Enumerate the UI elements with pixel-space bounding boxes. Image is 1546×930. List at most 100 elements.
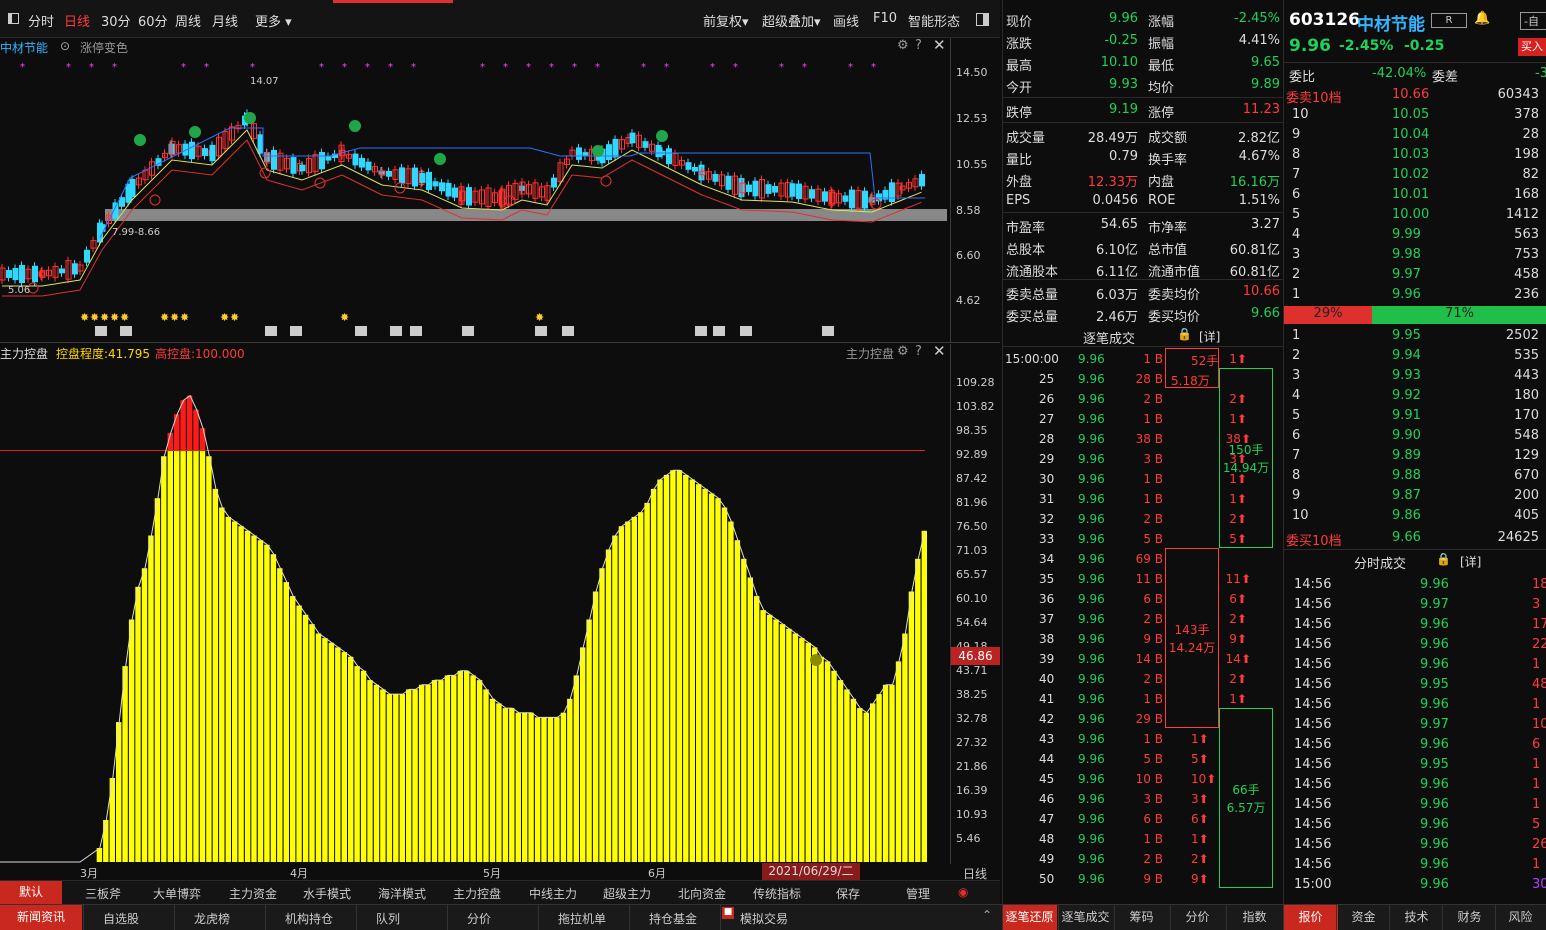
bid-price: 9.89 — [1392, 448, 1421, 463]
panel-tab[interactable]: 财务 — [1442, 905, 1497, 930]
panel-tab[interactable]: 技术 — [1389, 905, 1444, 930]
panel-tab[interactable]: 报价 — [1283, 905, 1338, 930]
control-bar — [341, 652, 347, 862]
divider — [265, 905, 266, 930]
control-bar — [122, 666, 128, 862]
indicator-tab[interactable]: 传统指标 — [753, 885, 801, 902]
lock-icon[interactable]: 🔒 — [1436, 552, 1451, 566]
control-bar — [715, 498, 721, 862]
bottom-nav-item[interactable]: 拖拉机单 — [558, 910, 606, 927]
bid-row[interactable]: 2 9.94 535 — [1284, 346, 1546, 366]
indicator-tab[interactable]: 水手模式 — [303, 885, 351, 902]
bid-row[interactable]: 10 9.86 405 — [1284, 506, 1546, 526]
indicator-tab[interactable]: 主力资金 — [229, 885, 277, 902]
tabs-scroll-icon[interactable]: ◉ — [958, 885, 968, 899]
ask-row[interactable]: 9 10.04 28 — [1284, 125, 1546, 145]
lock-icon[interactable]: 🔒 — [1177, 327, 1192, 341]
indicator-tab[interactable]: 保存 — [836, 885, 860, 902]
bid-price: 9.90 — [1392, 428, 1421, 443]
tab-intraday[interactable]: 分时 — [28, 11, 54, 30]
bottom-nav-item[interactable]: 新闻资讯 — [0, 905, 82, 930]
ask-row[interactable]: 8 10.03 198 — [1284, 145, 1546, 165]
bid-row[interactable]: 4 9.92 180 — [1284, 386, 1546, 406]
ticks-title: 逐笔成交 — [1083, 332, 1136, 347]
bid-row[interactable]: 3 9.93 443 — [1284, 366, 1546, 386]
indicator-tab[interactable]: 管理 — [906, 885, 930, 902]
divider — [1058, 905, 1059, 930]
panel-tab[interactable]: 资金 — [1336, 905, 1391, 930]
bottom-nav-item[interactable]: 分价 — [467, 910, 491, 927]
bid-row[interactable]: 8 9.88 670 — [1284, 466, 1546, 486]
bid-row[interactable]: 6 9.90 548 — [1284, 426, 1546, 446]
indicator-tab[interactable]: 默认 — [0, 881, 62, 904]
bottom-nav-item[interactable]: 机构持仓 — [285, 910, 333, 927]
indicator-tab[interactable]: 超级主力 — [603, 885, 651, 902]
sell-signal-icon — [434, 153, 446, 165]
ask-row[interactable]: 6 10.01 168 — [1284, 185, 1546, 205]
bid-row[interactable]: 9 9.87 200 — [1284, 486, 1546, 506]
tab-weekly[interactable]: 周线 — [175, 11, 201, 30]
bid-row[interactable]: 1 9.95 2502 — [1284, 326, 1546, 346]
candle-body — [84, 249, 90, 263]
collapse-icon[interactable]: ⌃ — [982, 908, 992, 922]
panel-tab[interactable]: 指数 — [1226, 905, 1283, 930]
panel-tab[interactable]: 分价 — [1170, 905, 1225, 930]
bottom-nav-item[interactable]: 自选股 — [103, 910, 139, 927]
event-icon — [713, 326, 725, 336]
divider — [1003, 122, 1283, 123]
sidebar-toggle-icon[interactable] — [976, 13, 989, 26]
indicator-tab[interactable]: 中线主力 — [529, 885, 577, 902]
minute-time: 14:56 — [1294, 657, 1332, 672]
candle-body — [359, 157, 365, 168]
indicator-tab[interactable]: 三板斧 — [85, 885, 121, 902]
indicator-tab[interactable]: 大单博弈 — [153, 885, 201, 902]
tick-row: 39 9.96 14 B 14⬆ — [1003, 649, 1283, 669]
ask-row[interactable]: 2 9.97 458 — [1284, 265, 1546, 285]
ask-row[interactable]: 5 10.00 1412 — [1284, 205, 1546, 225]
bid-level: 5 — [1292, 408, 1301, 423]
bid-level: 7 — [1292, 448, 1301, 463]
candle-body — [582, 152, 589, 157]
control-bar — [915, 558, 921, 862]
tick-price: 9.96 — [1078, 852, 1105, 866]
pattern-button[interactable]: 智能形态 — [908, 11, 960, 30]
kline-panel[interactable]: 中材节能 ⊙ 涨停变色 ⚙ ? ✕ * * * * * * * * * * * * * * * * * * * * * *… — [0, 36, 1000, 343]
panel-tab[interactable]: 风险 — [1495, 905, 1546, 930]
overlay-dropdown[interactable]: 超级叠加▾ — [762, 11, 821, 30]
tab-monthly[interactable]: 月线 — [212, 11, 238, 30]
bottom-nav-item[interactable]: 龙虎榜 — [194, 910, 230, 927]
tab-daily[interactable]: 日线 — [64, 11, 90, 30]
adjust-dropdown[interactable]: 前复权▾ — [703, 11, 749, 30]
tick-volume: 2 B — [1143, 612, 1163, 626]
ask-row[interactable]: 3 9.98 753 — [1284, 245, 1546, 265]
draw-button[interactable]: 画线 — [833, 11, 859, 30]
signal-star: * — [733, 62, 738, 73]
self-select-button[interactable]: -自 — [1520, 12, 1546, 30]
minute-detail-link[interactable]: [详] — [1460, 553, 1481, 570]
tab-30min[interactable]: 30分 — [101, 11, 131, 30]
more-dropdown[interactable]: 更多 ▾ — [255, 11, 292, 30]
bid-row[interactable]: 5 9.91 170 — [1284, 406, 1546, 426]
buy-button[interactable]: 买入 — [1518, 38, 1546, 56]
indicator-tab[interactable]: 主力控盘 — [453, 885, 501, 902]
tab-60min[interactable]: 60分 — [138, 11, 168, 30]
panel-tab[interactable]: 筹码 — [1114, 905, 1169, 930]
ask-row[interactable]: 10 10.05 378 — [1284, 105, 1546, 125]
bid-row[interactable]: 7 9.89 129 — [1284, 446, 1546, 466]
bell-icon[interactable]: 🔔 — [1474, 11, 1490, 26]
ticks-detail-link[interactable]: [详] — [1199, 328, 1220, 345]
indicator-panel[interactable]: 主力控盘 控盘程度:41.795 高控盘:100.000 主力控盘 ⚙ ? ✕ … — [0, 342, 1000, 881]
bottom-nav-item[interactable]: 队列 — [376, 910, 400, 927]
minute-volume: 1 — [1532, 697, 1541, 712]
panel-tab[interactable]: 逐笔成交 — [1058, 905, 1113, 930]
indicator-tab[interactable]: 海洋模式 — [378, 885, 426, 902]
panel-toggle-icon[interactable] — [8, 13, 19, 24]
ask-row[interactable]: 1 9.96 236 — [1284, 285, 1546, 305]
bottom-nav-item[interactable]: 模拟交易 — [740, 910, 788, 927]
panel-tab[interactable]: 逐笔还原 — [1002, 905, 1057, 930]
ask-row[interactable]: 4 9.99 563 — [1284, 225, 1546, 245]
f10-button[interactable]: F10 — [873, 11, 897, 26]
indicator-tab[interactable]: 北向资金 — [678, 885, 726, 902]
ask-row[interactable]: 7 10.02 82 — [1284, 165, 1546, 185]
bottom-nav-item[interactable]: 持仓基金 — [649, 910, 697, 927]
